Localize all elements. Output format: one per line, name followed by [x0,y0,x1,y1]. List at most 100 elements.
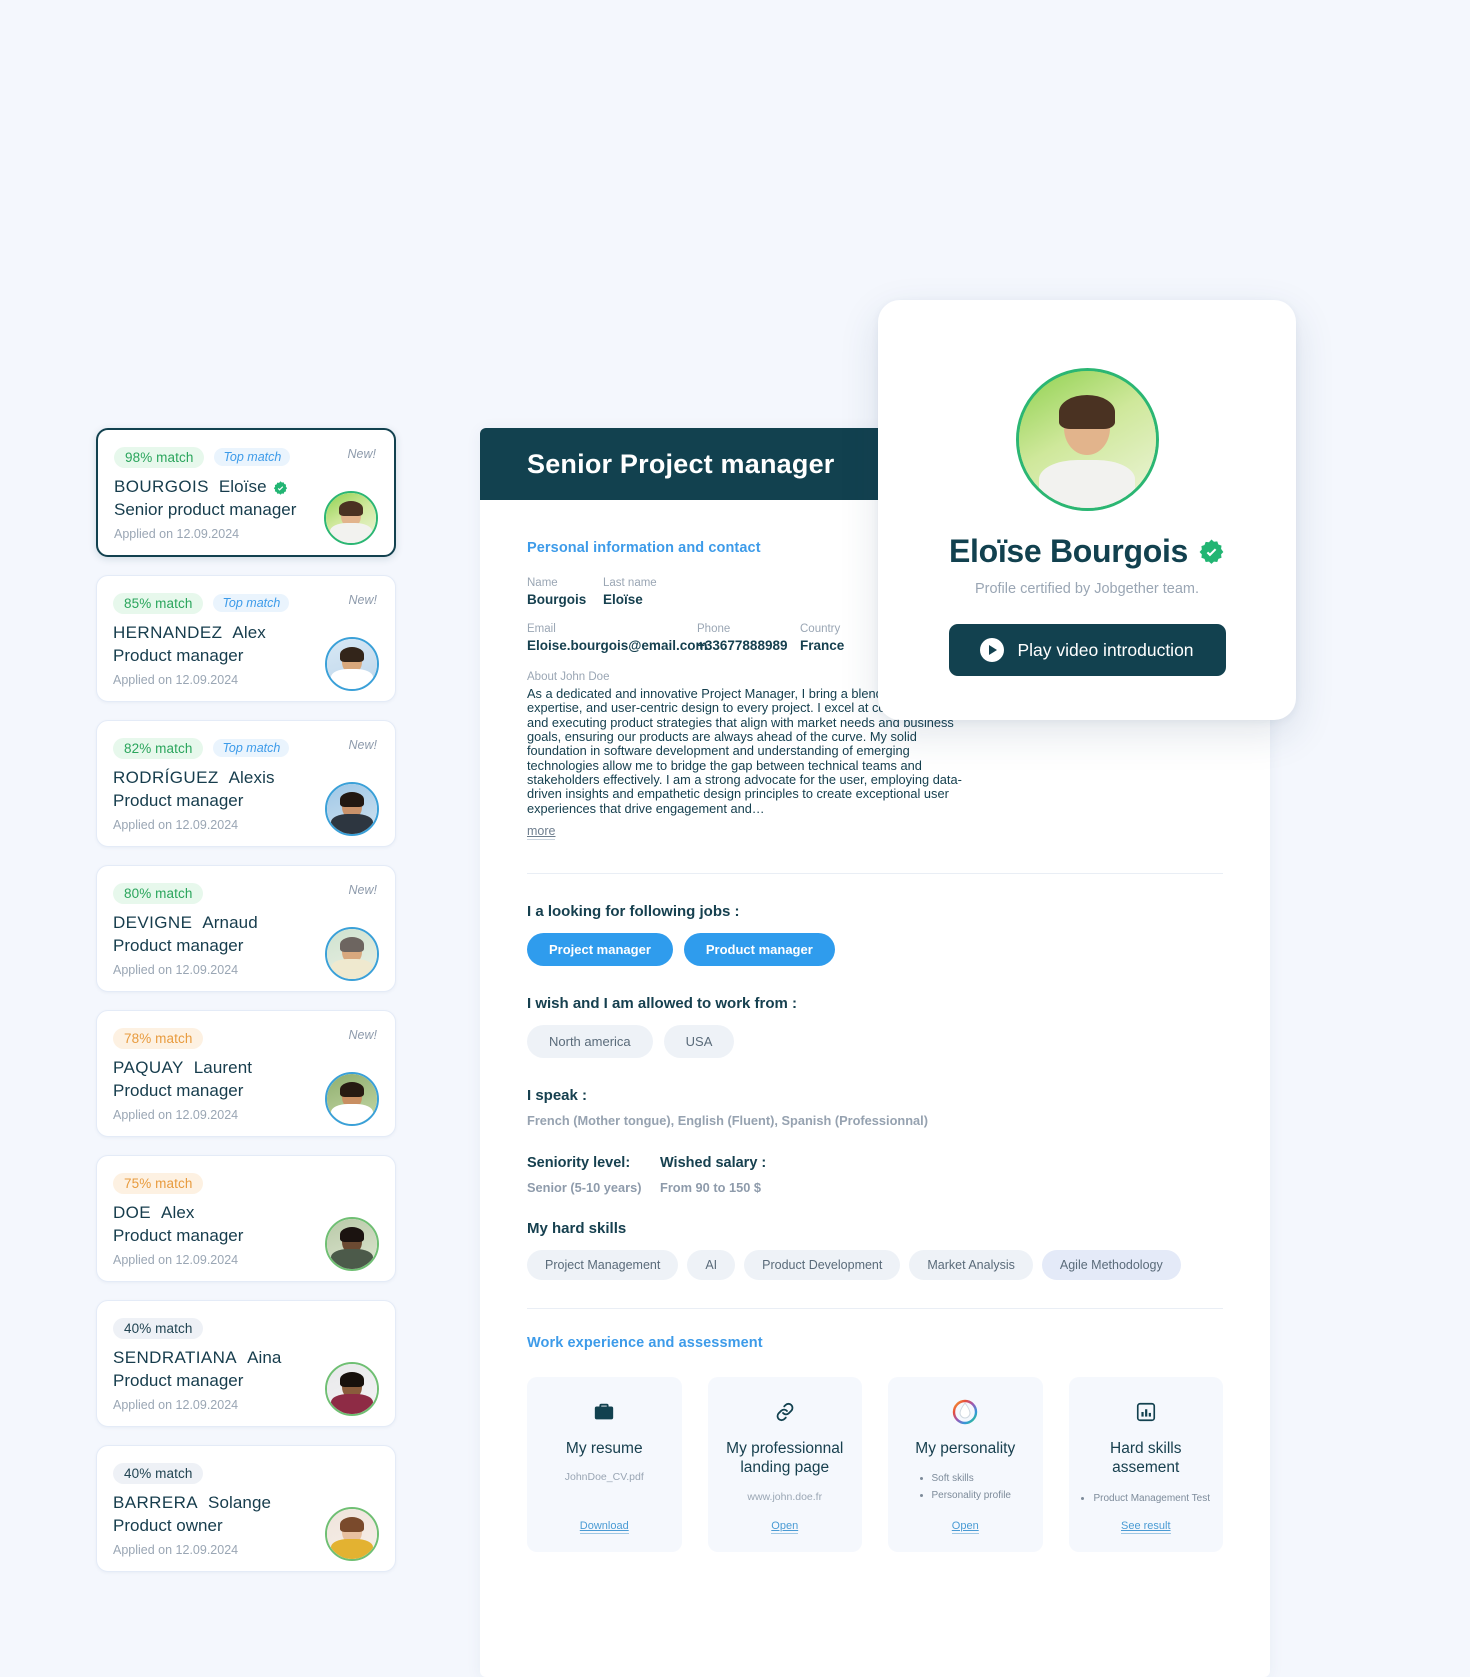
new-badge: New! [348,738,377,752]
palette-icon [952,1399,978,1425]
section-divider-2 [527,1307,1223,1309]
field-name: Name Bourgois [527,577,603,607]
seniority-label: Seniority level: [527,1154,631,1171]
avatar [324,490,378,545]
job-pill[interactable]: Project manager [527,932,673,966]
work-experience-section-title: Work experience and assessment [527,1334,763,1351]
seniority-value: Senior (5-10 years) [527,1179,642,1195]
top-match-badge: Top match [213,594,290,612]
play-icon [980,638,1005,662]
assessment-card[interactable]: Hard skills assement Product Management … [1068,1376,1223,1552]
new-badge: New! [347,447,376,461]
job-pill[interactable]: Product manager [683,932,835,966]
skill-pill[interactable]: Agile Methodology [1041,1249,1181,1280]
assessment-card-bullet: Soft skills [932,1470,1011,1487]
avatar [325,781,379,836]
candidate-card[interactable]: 40% match SENDRATIANA Aina Product manag… [96,1300,396,1427]
field-email-value: Eloise.bourgois@email.com [527,638,708,653]
profile-overlay-card: Eloïse Bourgois Profile certified by Job… [878,300,1296,720]
new-badge: New! [348,593,377,607]
avatar [325,1071,379,1126]
field-country-value: France [800,638,845,653]
match-score-badge: 82% match [113,737,204,759]
match-score-badge: 40% match [113,1462,204,1484]
verified-badge-icon [1199,539,1224,564]
profile-name-text: Eloïse Bourgois [948,533,1189,569]
new-badge: New! [348,883,377,897]
candidate-card[interactable]: 82% match Top match New! RODRÍGUEZ Alexi… [96,720,396,847]
candidate-badges: 98% match Top match [114,446,378,468]
assessment-card-title: My resume [565,1439,643,1457]
match-score-badge: 80% match [113,882,204,904]
match-score-badge: 78% match [113,1027,204,1049]
field-lastname-value: Eloïse [603,592,643,607]
candidate-card[interactable]: 85% match Top match New! HERNANDEZ Alex … [96,575,396,702]
candidate-card[interactable]: 80% match New! DEVIGNE Arnaud Product ma… [96,865,396,992]
candidate-surname: BOURGOIS [114,477,209,496]
avatar-photo [327,1363,377,1414]
skill-pill[interactable]: AI [687,1249,736,1280]
page-title: Senior Project manager [527,448,835,479]
field-name-value: Bourgois [527,592,587,607]
assessment-card-subtitle: JohnDoe_CV.pdf [564,1471,644,1484]
assessment-card[interactable]: My professionnal landing page www.john.d… [707,1376,862,1552]
field-email-label: Email [527,623,556,635]
avatar-photo [327,783,377,834]
match-score-badge: 85% match [113,592,204,614]
candidate-card[interactable]: 40% match BARRERA Solange Product owner … [96,1445,396,1572]
assessment-card-link[interactable]: Download [579,1520,629,1534]
assessment-cards-row: My resume JohnDoe_CV.pdf Download My pro… [527,1376,1223,1552]
new-badge: New! [348,1028,377,1042]
assessment-card-link[interactable]: See result [1120,1520,1171,1534]
avatar-photo [327,1508,377,1559]
candidate-given-name: Aina [247,1348,282,1367]
avatar-photo [1018,371,1156,508]
candidate-surname: PAQUAY [113,1058,184,1077]
salary-value: From 90 to 150 $ [660,1179,761,1195]
chart-icon [1135,1399,1157,1425]
briefcase-icon [593,1399,615,1425]
locations-pill-row: North america USA [527,1024,1223,1058]
avatar [325,1361,379,1416]
skill-pill[interactable]: Market Analysis [909,1249,1033,1280]
avatar-photo [327,1073,377,1124]
candidate-given-name: Solange [208,1493,272,1512]
play-video-button[interactable]: Play video introduction [948,624,1226,676]
candidate-given-name: Alexis [228,768,275,787]
avatar-photo [326,492,376,543]
candidate-given-name: Laurent [193,1058,253,1077]
location-pill[interactable]: North america [527,1024,653,1058]
candidate-surname: RODRÍGUEZ [113,768,219,787]
salary-label: Wished salary : [660,1154,767,1171]
assessment-card[interactable]: My resume JohnDoe_CV.pdf Download [527,1376,682,1552]
match-score-badge: 75% match [113,1172,204,1194]
looking-for-jobs-label: I a looking for following jobs : [527,902,740,920]
field-country: Country France [800,623,844,653]
avatar-photo [327,928,377,979]
candidate-card[interactable]: 75% match DOE Alex Product manager Appli… [96,1155,396,1282]
profile-name: Eloïse Bourgois [949,533,1225,570]
avatar-photo [327,638,377,689]
assessment-card[interactable]: My personality Soft skillsPersonality pr… [888,1376,1043,1552]
candidate-card[interactable]: 98% match Top match New! BOURGOIS Eloïse… [96,428,396,557]
avatar [325,1506,379,1561]
assessment-card-link[interactable]: Open [951,1520,979,1534]
candidate-badges: 75% match [113,1172,379,1194]
candidate-card[interactable]: 78% match New! PAQUAY Laurent Product ma… [96,1010,396,1137]
skill-pill[interactable]: Project Management [527,1249,679,1280]
candidate-badges: 40% match [113,1317,379,1339]
candidate-badges: 82% match Top match [113,737,379,759]
assessment-card-bullet: Personality profile [932,1487,1011,1504]
top-match-badge: Top match [214,448,291,466]
salary-block: Wished salary : From 90 to 150 $ [660,1155,766,1195]
seniority-salary-row: Seniority level: Senior (5-10 years) Wis… [527,1155,1223,1195]
about-more-link[interactable]: more [527,824,556,840]
match-score-badge: 40% match [113,1317,204,1339]
assessment-card-link[interactable]: Open [771,1520,799,1534]
assessment-card-title: My personality [915,1439,1016,1457]
location-pill[interactable]: USA [663,1024,735,1058]
top-match-badge: Top match [213,739,290,757]
field-email: Email Eloise.bourgois@email.com [527,623,708,653]
skill-pill[interactable]: Product Development [744,1249,901,1280]
link-icon [773,1399,797,1425]
